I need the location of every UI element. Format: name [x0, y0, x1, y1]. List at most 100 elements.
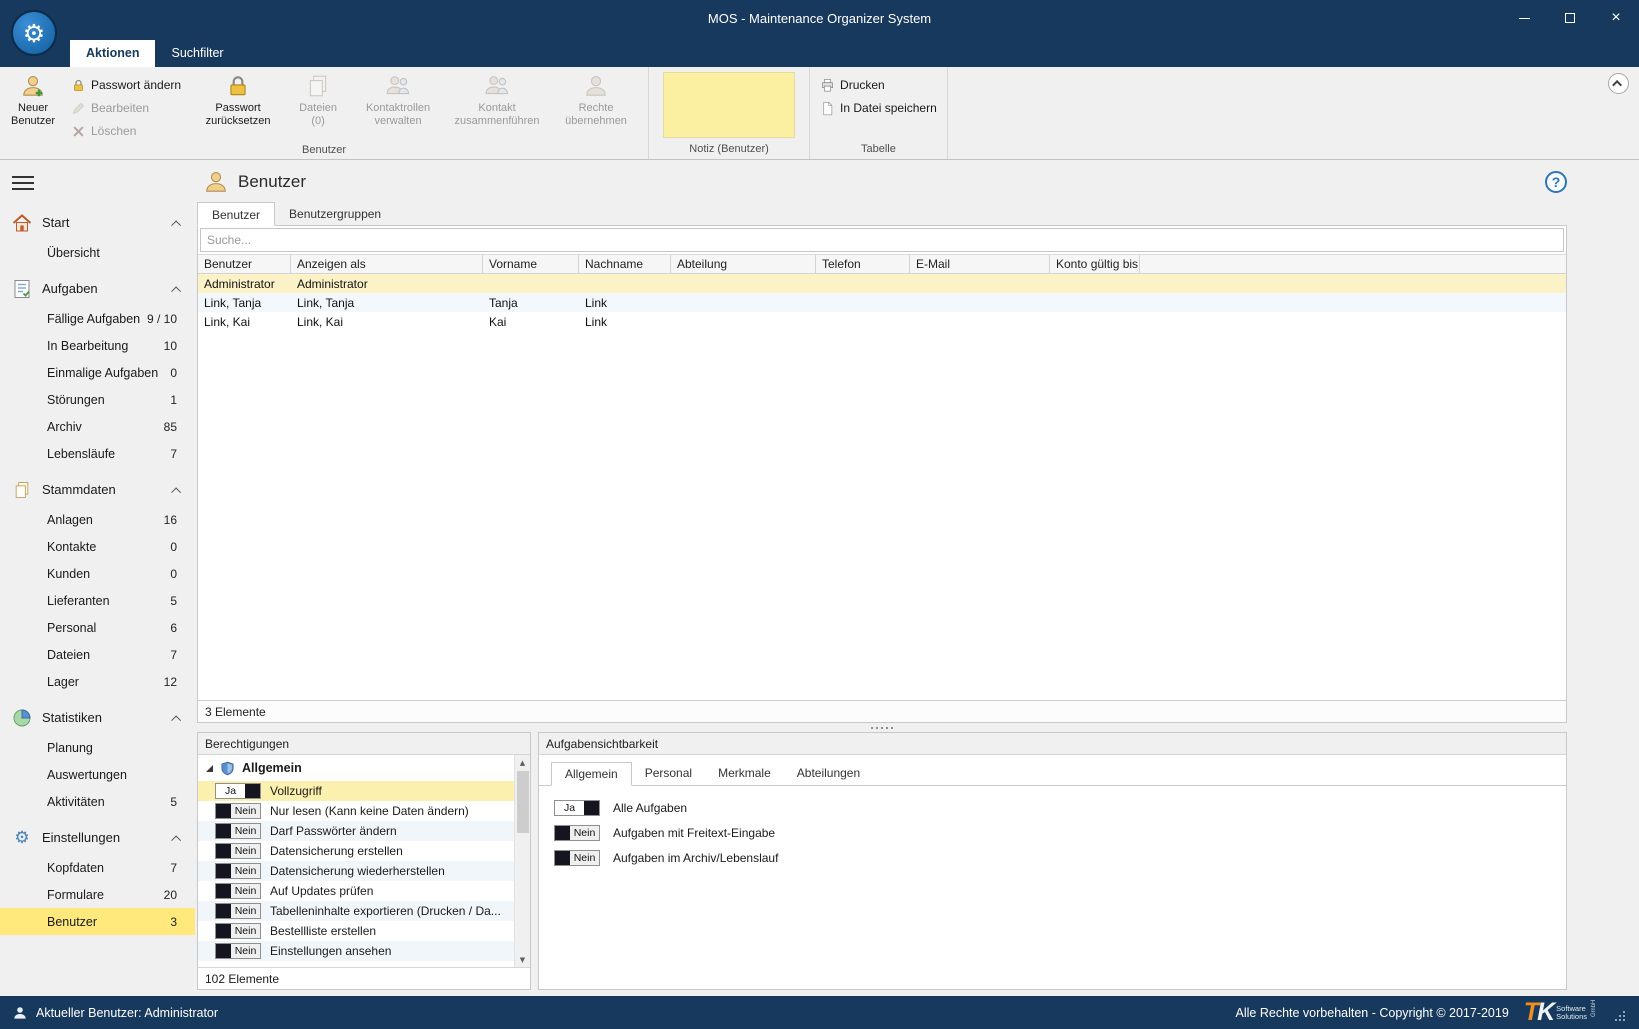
sidebar-section-statistiken[interactable]: Statistiken	[0, 701, 195, 734]
app-window: MOS - Maintenance Organizer System × ⚙ A…	[0, 0, 1639, 1029]
sidebar-item-anlagen[interactable]: Anlagen 16	[0, 506, 195, 533]
scrollbar-thumb[interactable]	[516, 771, 529, 833]
ribbon-tab-aktionen[interactable]: Aktionen	[70, 40, 156, 67]
ribbon-tab-suchfilter[interactable]: Suchfilter	[155, 40, 239, 67]
sidebar-section-aufgaben[interactable]: Aufgaben	[0, 272, 195, 305]
help-button[interactable]: ?	[1545, 171, 1567, 193]
new-user-button[interactable]: Neuer Benutzer	[4, 69, 62, 137]
toggle-einstellungen-ansehen[interactable]: Nein	[215, 943, 261, 959]
print-button[interactable]: Drucken	[814, 74, 943, 96]
permissions-group-allgemein[interactable]: Allgemein	[198, 755, 514, 781]
column-header-abteilung[interactable]: Abteilung	[671, 255, 816, 273]
sidebar-item-benutzer[interactable]: Benutzer 3	[0, 908, 195, 935]
vis-tab-personal[interactable]: Personal	[632, 762, 705, 785]
delete-button[interactable]: Löschen	[65, 120, 187, 142]
tab-benutzer[interactable]: Benutzer	[197, 202, 276, 226]
column-header-telefon[interactable]: Telefon	[816, 255, 910, 273]
user-note-field[interactable]	[663, 72, 796, 138]
vis-tab-merkmale[interactable]: Merkmale	[705, 762, 784, 785]
sidebar-item-lieferanten[interactable]: Lieferanten 5	[0, 587, 195, 614]
sidebar-item-faellige-aufgaben[interactable]: Fällige Aufgaben 9 / 10	[0, 305, 195, 332]
files-button[interactable]: Dateien (0)	[289, 69, 347, 137]
sidebar-item-in-bearbeitung[interactable]: In Bearbeitung 10	[0, 332, 195, 359]
sidebar-item-lager[interactable]: Lager 12	[0, 668, 195, 695]
toggle-knob	[216, 924, 231, 938]
toggle-tabelleninhalte-exportieren[interactable]: Nein	[215, 903, 261, 919]
toggle-darf-passwoerter-aendern[interactable]: Nein	[215, 823, 261, 839]
printer-icon	[820, 78, 835, 93]
close-button[interactable]: ×	[1593, 0, 1639, 36]
vis-tab-allgemein[interactable]: Allgemein	[551, 762, 632, 786]
permission-row[interactable]: Nein Nur lesen (Kann keine Daten ändern)	[198, 801, 514, 821]
edit-button[interactable]: Bearbeiten	[65, 97, 187, 119]
sidebar-item-uebersicht[interactable]: Übersicht	[0, 239, 195, 266]
permission-row[interactable]: Nein Auf Updates prüfen	[198, 881, 514, 901]
permission-row[interactable]: Nein Tabelleninhalte exportieren (Drucke…	[198, 901, 514, 921]
change-password-button[interactable]: Passwort ändern	[65, 74, 187, 96]
permission-row[interactable]: Nein Bestellliste erstellen	[198, 921, 514, 941]
sidebar-item-auswertungen[interactable]: Auswertungen	[0, 761, 195, 788]
permission-row[interactable]: Ja Vollzugriff	[198, 781, 514, 801]
horizontal-splitter[interactable]	[197, 723, 1567, 732]
toggle-bestellliste-erstellen[interactable]: Nein	[215, 923, 261, 939]
permission-row[interactable]: Nein Datensicherung erstellen	[198, 841, 514, 861]
column-header-konto-gueltig-bis[interactable]: Konto gültig bis	[1050, 255, 1140, 273]
visibility-row[interactable]: Ja Alle Aufgaben	[554, 800, 1566, 816]
scroll-up-icon[interactable]: ▲	[515, 755, 530, 770]
minimize-button[interactable]	[1501, 0, 1547, 36]
toggle-datensicherung-erstellen[interactable]: Nein	[215, 843, 261, 859]
vis-tab-abteilungen[interactable]: Abteilungen	[784, 762, 873, 785]
resize-grip-icon[interactable]	[1613, 1009, 1627, 1023]
visibility-row[interactable]: Nein Aufgaben mit Freitext-Eingabe	[554, 825, 1566, 841]
ribbon-group-label-benutzer: Benutzer	[302, 144, 347, 156]
toggle-aufgaben-archiv[interactable]: Nein	[554, 850, 600, 866]
toggle-auf-updates-pruefen[interactable]: Nein	[215, 883, 261, 899]
sidebar-item-kopfdaten[interactable]: Kopfdaten 7	[0, 854, 195, 881]
maximize-button[interactable]	[1547, 0, 1593, 36]
table-row[interactable]: Administrator Administrator	[198, 274, 1566, 293]
column-header-email[interactable]: E-Mail	[910, 255, 1050, 273]
collapse-ribbon-button[interactable]	[1608, 73, 1629, 94]
permissions-count: 102 Elemente	[198, 967, 530, 989]
scroll-down-icon[interactable]: ▼	[515, 952, 530, 967]
sidebar-item-personal[interactable]: Personal 6	[0, 614, 195, 641]
sidebar-item-einmalige-aufgaben[interactable]: Einmalige Aufgaben 0	[0, 359, 195, 386]
toggle-alle-aufgaben[interactable]: Ja	[554, 800, 600, 816]
toggle-vollzugriff[interactable]: Ja	[215, 783, 261, 799]
sidebar-item-dateien[interactable]: Dateien 7	[0, 641, 195, 668]
adopt-rights-button[interactable]: Rechte übernehmen	[548, 69, 644, 137]
sidebar-item-kontakte[interactable]: Kontakte 0	[0, 533, 195, 560]
sidebar-item-stoerungen[interactable]: Störungen 1	[0, 386, 195, 413]
contact-roles-button[interactable]: Kontaktrollen verwalten	[350, 69, 446, 137]
column-header-vorname[interactable]: Vorname	[483, 255, 579, 273]
sidebar-item-formulare[interactable]: Formulare 20	[0, 881, 195, 908]
search-input[interactable]	[200, 228, 1564, 252]
sidebar-item-lebenslaeufe[interactable]: Lebensläufe 7	[0, 440, 195, 467]
table-row[interactable]: Link, Tanja Link, Tanja Tanja Link	[198, 293, 1566, 312]
table-row[interactable]: Link, Kai Link, Kai Kai Link	[198, 312, 1566, 331]
sidebar-item-kunden[interactable]: Kunden 0	[0, 560, 195, 587]
permission-row[interactable]: Nein Darf Passwörter ändern	[198, 821, 514, 841]
visibility-row[interactable]: Nein Aufgaben im Archiv/Lebenslauf	[554, 850, 1566, 866]
permission-row[interactable]: Nein Einstellungen ansehen	[198, 941, 514, 961]
sidebar-item-archiv[interactable]: Archiv 85	[0, 413, 195, 440]
sidebar-item-planung[interactable]: Planung	[0, 734, 195, 761]
merge-contact-button[interactable]: Kontakt zusammenführen	[449, 69, 545, 137]
permission-row[interactable]: Nein Datensicherung wiederherstellen	[198, 861, 514, 881]
column-header-benutzer[interactable]: Benutzer	[198, 255, 291, 273]
sidebar-section-stammdaten[interactable]: Stammdaten	[0, 473, 195, 506]
toggle-datensicherung-wiederherstellen[interactable]: Nein	[215, 863, 261, 879]
toggle-nur-lesen[interactable]: Nein	[215, 803, 261, 819]
permissions-scrollbar[interactable]: ▲ ▼	[514, 755, 530, 967]
column-header-nachname[interactable]: Nachname	[579, 255, 671, 273]
reset-password-button[interactable]: Passwort zurücksetzen	[190, 69, 286, 137]
column-header-anzeigen-als[interactable]: Anzeigen als	[291, 255, 483, 273]
sidebar-item-aktivitaeten[interactable]: Aktivitäten 5	[0, 788, 195, 815]
sidebar-section-start[interactable]: Start	[0, 206, 195, 239]
chevron-up-icon	[171, 286, 182, 297]
menu-icon[interactable]	[12, 176, 34, 190]
sidebar-section-einstellungen[interactable]: ⚙ Einstellungen	[0, 821, 195, 854]
tab-benutzergruppen[interactable]: Benutzergruppen	[275, 202, 395, 226]
toggle-aufgaben-freitext[interactable]: Nein	[554, 825, 600, 841]
save-to-file-button[interactable]: In Datei speichern	[814, 97, 943, 119]
